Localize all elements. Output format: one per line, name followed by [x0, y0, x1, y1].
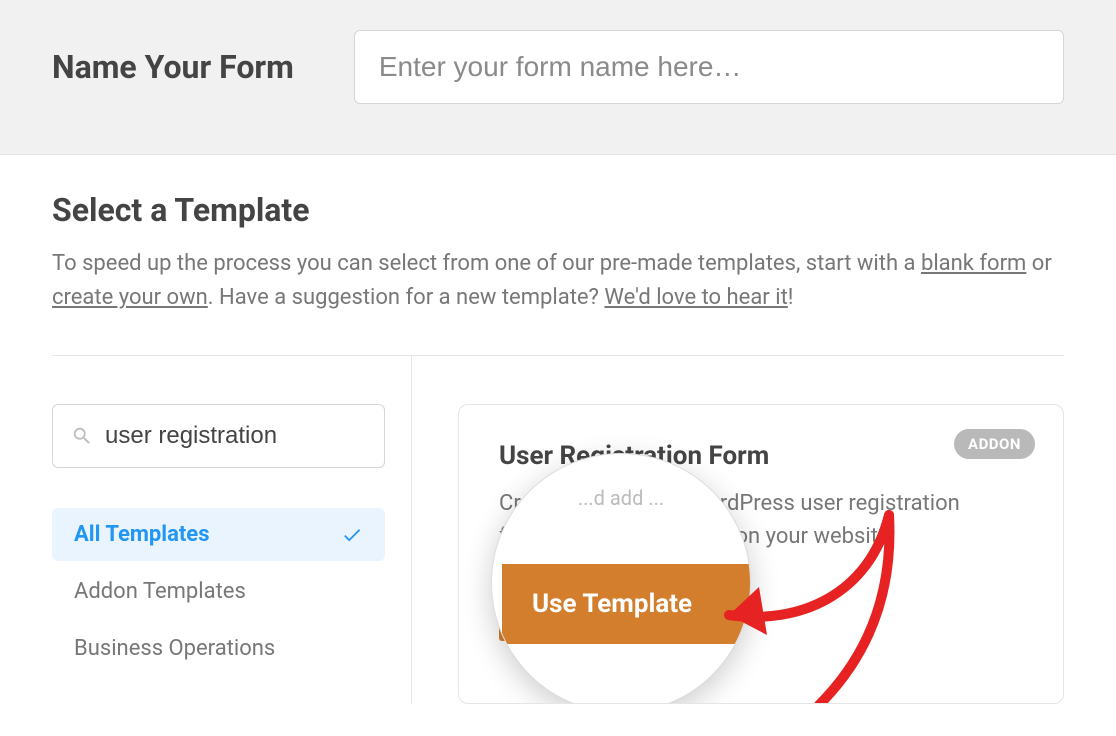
category-label: All Templates: [74, 522, 210, 547]
desc-text: or: [1026, 251, 1051, 276]
search-icon: [71, 425, 93, 447]
create-your-own-link[interactable]: create your own: [52, 285, 208, 310]
checkmark-icon: [341, 524, 363, 546]
template-card-description: Create customized WordPress user registr…: [499, 487, 1023, 553]
template-search-input[interactable]: [105, 422, 366, 450]
blank-form-link[interactable]: blank form: [921, 251, 1026, 276]
desc-text: To speed up the process you can select f…: [52, 251, 921, 276]
template-search-box[interactable]: [52, 404, 385, 468]
main-area: Select a Template To speed up the proces…: [0, 155, 1116, 704]
header-band: Name Your Form: [0, 0, 1116, 155]
category-addon-templates[interactable]: Addon Templates: [52, 565, 385, 618]
content-row: All Templates Addon Templates Business O…: [52, 356, 1064, 704]
category-all-templates[interactable]: All Templates: [52, 508, 385, 561]
use-template-button[interactable]: Use Template: [499, 577, 729, 641]
template-pane: ADDON User Registration Form Create cust…: [412, 356, 1064, 704]
form-name-input[interactable]: [354, 30, 1064, 104]
select-template-description: To speed up the process you can select f…: [52, 247, 1064, 315]
category-label: Business Operations: [74, 636, 275, 661]
addon-badge: ADDON: [954, 429, 1035, 459]
category-label: Addon Templates: [74, 579, 246, 604]
select-template-heading: Select a Template: [52, 191, 1064, 229]
name-your-form-label: Name Your Form: [52, 48, 354, 86]
desc-text: . Have a suggestion for a new template?: [208, 285, 605, 310]
template-card-title: User Registration Form: [499, 441, 1023, 471]
name-input-wrap: [354, 30, 1064, 104]
desc-text: !: [788, 285, 794, 310]
suggestion-link[interactable]: We'd love to hear it: [604, 285, 787, 310]
category-list: All Templates Addon Templates Business O…: [52, 508, 385, 675]
template-sidebar: All Templates Addon Templates Business O…: [52, 356, 412, 704]
template-card-user-registration: ADDON User Registration Form Create cust…: [458, 404, 1064, 704]
category-business-operations[interactable]: Business Operations: [52, 622, 385, 675]
